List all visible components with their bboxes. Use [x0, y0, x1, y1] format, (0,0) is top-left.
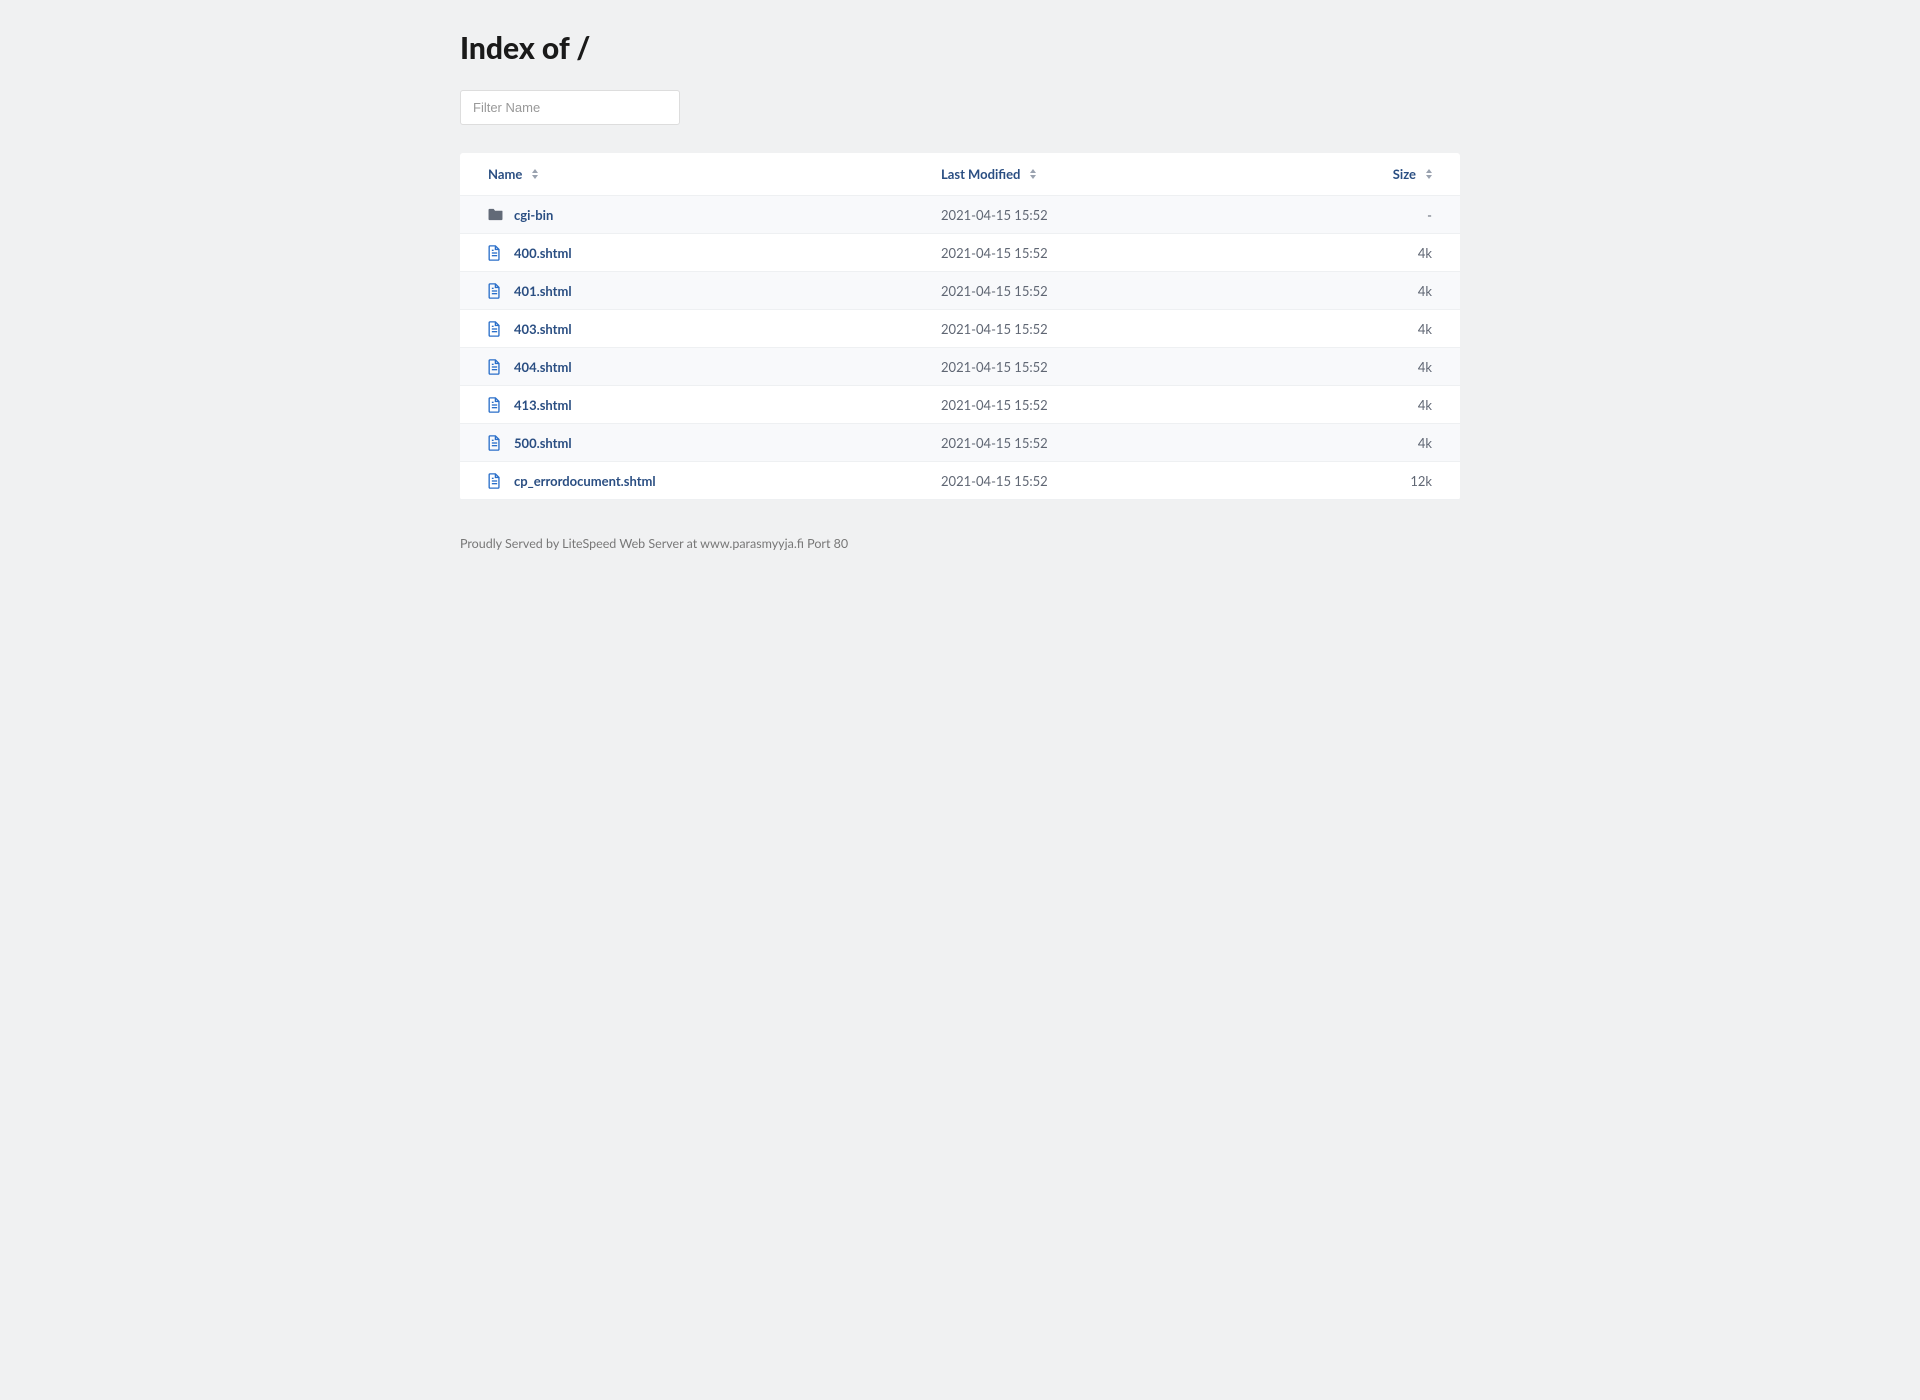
file-link[interactable]: 403.shtml: [514, 321, 572, 337]
table-row: 404.shtml 2021-04-15 15:524k: [460, 348, 1460, 386]
file-icon: [488, 321, 514, 337]
file-icon: [488, 435, 514, 451]
modified-cell: 2021-04-15 15:52: [941, 283, 1352, 299]
size-cell: 4k: [1352, 245, 1432, 261]
folder-link[interactable]: cgi-bin: [514, 207, 553, 223]
size-cell: 4k: [1352, 321, 1432, 337]
table-row: 500.shtml 2021-04-15 15:524k: [460, 424, 1460, 462]
size-cell: 12k: [1352, 473, 1432, 489]
table-row: cp_errordocument.shtml 2021-04-15 15:5212…: [460, 462, 1460, 500]
size-cell: 4k: [1352, 435, 1432, 451]
size-cell: 4k: [1352, 397, 1432, 413]
file-icon: [488, 283, 514, 299]
table-row: 403.shtml 2021-04-15 15:524k: [460, 310, 1460, 348]
column-header-modified-label: Last Modified: [941, 166, 1020, 182]
directory-listing: Name Last Modified Size cgi-bin 2021-04-1…: [460, 153, 1460, 500]
table-row: 401.shtml 2021-04-15 15:524k: [460, 272, 1460, 310]
table-header-row: Name Last Modified Size: [460, 153, 1460, 196]
sort-icon: [1426, 169, 1432, 179]
sort-icon: [532, 169, 538, 179]
folder-icon: [488, 208, 514, 221]
file-icon: [488, 245, 514, 261]
size-cell: -: [1352, 207, 1432, 223]
file-icon: [488, 473, 514, 489]
file-link[interactable]: cp_errordocument.shtml: [514, 473, 656, 489]
modified-cell: 2021-04-15 15:52: [941, 245, 1352, 261]
column-header-size-label: Size: [1393, 166, 1416, 182]
modified-cell: 2021-04-15 15:52: [941, 359, 1352, 375]
file-link[interactable]: 400.shtml: [514, 245, 572, 261]
file-icon: [488, 359, 514, 375]
file-link[interactable]: 404.shtml: [514, 359, 572, 375]
server-footer: Proudly Served by LiteSpeed Web Server a…: [460, 536, 1460, 551]
modified-cell: 2021-04-15 15:52: [941, 473, 1352, 489]
modified-cell: 2021-04-15 15:52: [941, 435, 1352, 451]
file-icon: [488, 397, 514, 413]
table-row: cgi-bin 2021-04-15 15:52-: [460, 196, 1460, 234]
file-link[interactable]: 401.shtml: [514, 283, 572, 299]
file-link[interactable]: 500.shtml: [514, 435, 572, 451]
modified-cell: 2021-04-15 15:52: [941, 397, 1352, 413]
modified-cell: 2021-04-15 15:52: [941, 321, 1352, 337]
page-title: Index of /: [460, 30, 1460, 66]
size-cell: 4k: [1352, 359, 1432, 375]
column-header-modified[interactable]: Last Modified: [941, 166, 1036, 182]
column-header-name-label: Name: [488, 166, 522, 182]
column-header-name[interactable]: Name: [488, 166, 538, 182]
column-header-size[interactable]: Size: [1393, 166, 1432, 182]
table-row: 400.shtml 2021-04-15 15:524k: [460, 234, 1460, 272]
size-cell: 4k: [1352, 283, 1432, 299]
file-link[interactable]: 413.shtml: [514, 397, 572, 413]
filter-name-input[interactable]: [460, 90, 680, 125]
sort-icon: [1030, 169, 1036, 179]
table-row: 413.shtml 2021-04-15 15:524k: [460, 386, 1460, 424]
modified-cell: 2021-04-15 15:52: [941, 207, 1352, 223]
